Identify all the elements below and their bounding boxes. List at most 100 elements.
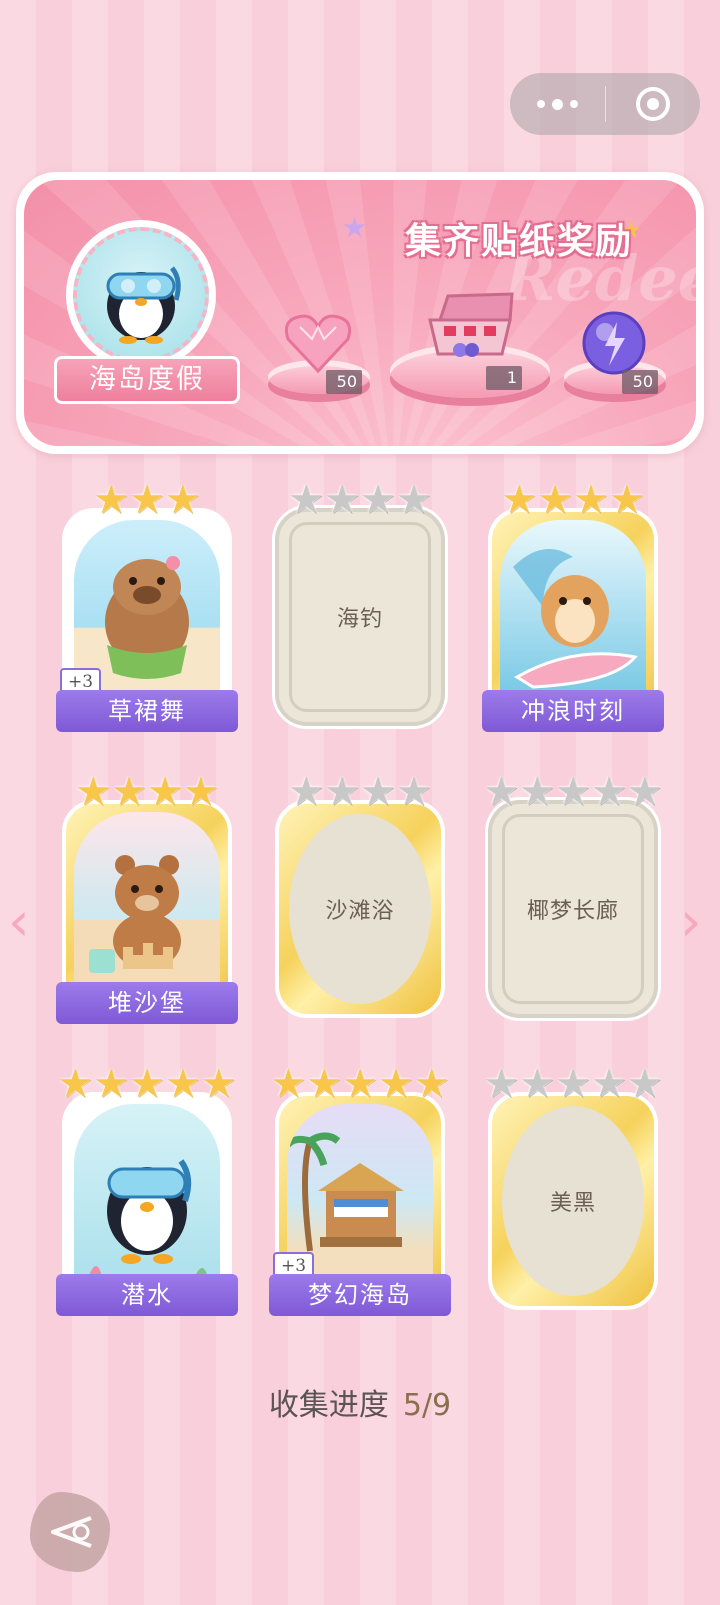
close-miniprogram-button[interactable] <box>606 73 700 135</box>
star-icon: ★ <box>413 1061 450 1107</box>
locked-slot: 海钓 <box>289 522 431 712</box>
heart-gem-icon[interactable] <box>280 310 356 376</box>
dot-icon <box>570 100 578 108</box>
star-icon: ★ <box>270 1061 307 1107</box>
dot-icon <box>537 100 545 108</box>
theme-ribbon: 海岛度假 <box>54 356 240 404</box>
penguin-diving-art <box>74 1104 220 1298</box>
star-icon: ★ <box>360 769 396 815</box>
card-name: 草裙舞 <box>56 690 238 732</box>
theme-emblem <box>66 220 216 370</box>
star-icon: ★ <box>395 769 432 815</box>
back-arrow-icon <box>51 1516 92 1548</box>
energy-orb-icon[interactable] <box>576 308 652 378</box>
star-icon: ★ <box>360 477 396 523</box>
locked-slot: 沙滩浴 <box>289 814 431 1004</box>
dot-icon <box>552 98 563 110</box>
back-button[interactable] <box>30 1492 110 1572</box>
star-icon: ★ <box>377 1061 414 1107</box>
star-icon: ★ <box>129 477 165 523</box>
progress-label: 收集进度 <box>268 1388 389 1423</box>
star-icon: ★ <box>555 769 591 815</box>
star-icon: ★ <box>483 769 520 815</box>
star-icon: ★ <box>164 1061 201 1107</box>
card-frame: 海钓 <box>275 508 445 726</box>
star-icon: ★ <box>537 477 573 523</box>
target-icon <box>636 87 670 121</box>
star-rating: ★ ★ ★ ★ <box>488 478 658 520</box>
sticker-card[interactable]: 沙滩浴 ★ ★ ★ ★ <box>275 770 445 1032</box>
penguin-emblem-icon <box>73 227 209 363</box>
more-options-button[interactable] <box>510 73 605 135</box>
sticker-card[interactable]: ★ ★ ★ ★ ★ +3 梦幻海岛 <box>269 1061 451 1324</box>
star-icon: ★ <box>501 477 538 523</box>
star-rating: ★ ★ ★ ★ <box>275 770 445 812</box>
reward-count: 1 <box>486 366 522 390</box>
star-icon: ★ <box>573 477 609 523</box>
sticker-card[interactable]: 椰梦长廊 ★ ★ ★ ★ ★ <box>483 769 663 1032</box>
sticker-card[interactable]: ★ ★ ★ +3 草裙舞 <box>56 478 238 740</box>
star-icon: ★ <box>324 477 360 523</box>
star-decoration-icon: ★ <box>342 211 368 244</box>
card-name: 冲浪时刻 <box>482 690 664 732</box>
card-name: 堆沙堡 <box>56 982 238 1024</box>
card-frame: 椰梦长廊 <box>488 800 658 1018</box>
star-icon: ★ <box>200 1061 237 1107</box>
star-icon: ★ <box>608 477 645 523</box>
reward-panel-background: Redeem ★ ★ 集齐贴纸奖励 海岛度假 <box>24 180 696 446</box>
star-rating: ★ ★ ★ ★ <box>62 770 232 812</box>
star-icon: ★ <box>57 1061 94 1107</box>
reward-title: 集齐贴纸奖励 <box>404 220 633 262</box>
card-name: 美黑 <box>549 1191 596 1216</box>
bear-sandcastle-art <box>74 812 220 1006</box>
card-name: 梦幻海岛 <box>269 1274 451 1316</box>
star-rating: ★ ★ ★ ★ ★ <box>270 1061 449 1107</box>
star-icon: ★ <box>555 1061 591 1107</box>
miniprogram-capsule <box>510 73 700 135</box>
card-frame: 美黑 <box>488 1092 658 1310</box>
sticker-card[interactable]: ★ ★ ★ ★ 堆沙堡 <box>56 770 238 1032</box>
card-name: 潜水 <box>56 1274 238 1316</box>
card-name: 椰梦长廊 <box>526 899 619 924</box>
star-icon: ★ <box>288 477 325 523</box>
star-rating: ★ ★ ★ ★ ★ <box>57 1061 236 1107</box>
star-rating: ★ ★ ★ ★ <box>275 478 445 520</box>
star-rating: ★ ★ ★ <box>62 478 232 520</box>
locked-slot: 椰梦长廊 <box>502 814 644 1004</box>
star-icon: ★ <box>324 769 360 815</box>
star-icon: ★ <box>306 1061 343 1107</box>
star-icon: ★ <box>288 769 325 815</box>
star-icon: ★ <box>395 477 432 523</box>
star-icon: ★ <box>590 1061 627 1107</box>
star-icon: ★ <box>519 1061 556 1107</box>
next-page-chevron-icon[interactable]: › <box>680 895 702 949</box>
star-icon: ★ <box>182 769 219 815</box>
card-name: 海钓 <box>336 607 383 632</box>
star-icon: ★ <box>111 769 147 815</box>
progress-value: 5/9 <box>402 1388 452 1423</box>
card-name: 沙滩浴 <box>325 899 395 924</box>
sticker-card[interactable]: 美黑 ★ ★ ★ ★ ★ <box>483 1061 663 1324</box>
star-icon: ★ <box>342 1061 378 1107</box>
star-rating: ★ ★ ★ ★ ★ <box>483 1061 662 1107</box>
star-icon: ★ <box>129 1061 165 1107</box>
gift-box-icon[interactable] <box>420 284 520 364</box>
sticker-card[interactable]: ★ ★ ★ ★ ★ 潜水 <box>56 1061 238 1324</box>
star-icon: ★ <box>626 1061 663 1107</box>
star-icon: ★ <box>164 477 201 523</box>
star-icon: ★ <box>93 477 130 523</box>
hamster-surfing-art <box>500 520 646 714</box>
star-icon: ★ <box>590 769 627 815</box>
star-icon: ★ <box>147 769 183 815</box>
reward-count: 50 <box>326 370 362 394</box>
sticker-card[interactable]: 海钓 ★ ★ ★ ★ <box>275 478 445 740</box>
star-icon: ★ <box>75 769 112 815</box>
star-icon: ★ <box>519 769 556 815</box>
previous-page-chevron-icon[interactable]: ‹ <box>8 895 30 949</box>
card-frame: 沙滩浴 <box>275 800 445 1018</box>
locked-slot: 美黑 <box>502 1106 644 1296</box>
star-icon: ★ <box>483 1061 520 1107</box>
reward-count: 50 <box>622 370 658 394</box>
reward-panel: Redeem ★ ★ 集齐贴纸奖励 海岛度假 <box>16 172 704 454</box>
sticker-card[interactable]: ★ ★ ★ ★ 冲浪时刻 <box>482 478 664 740</box>
